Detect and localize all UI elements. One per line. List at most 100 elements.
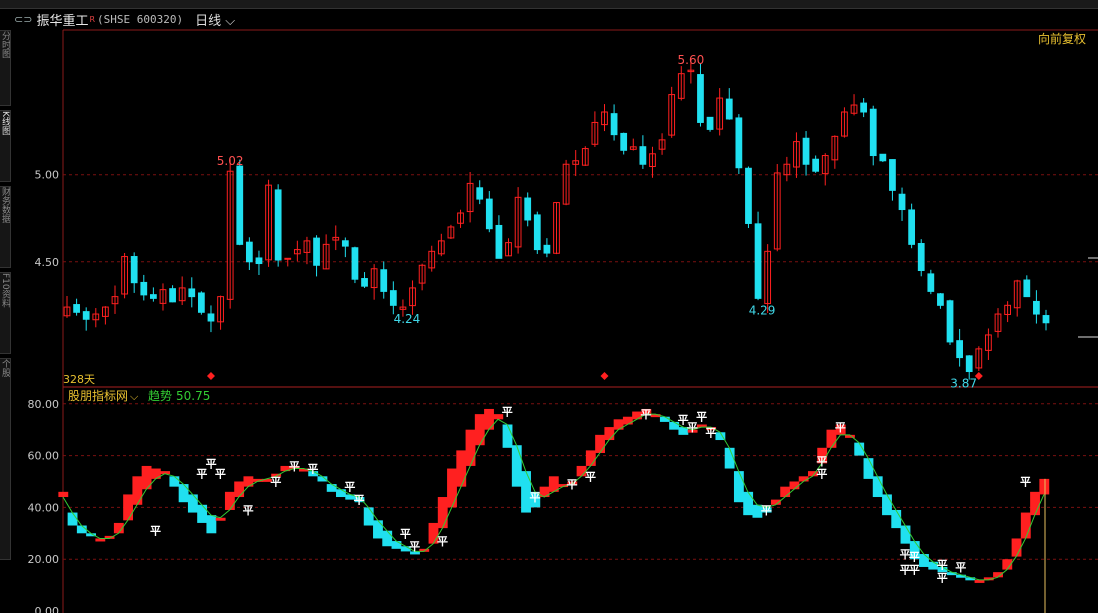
ping-mark: 平 [354,494,365,507]
candle-body [274,189,282,261]
ping-mark: 平 [567,478,578,491]
candle-body [639,146,647,165]
candle-body [879,153,887,162]
signal-diamond [206,372,215,380]
indicator-block [780,486,791,498]
indicator-block [382,530,393,547]
ping-mark: 平 [502,406,513,419]
candle-body [197,292,205,313]
kline-y-tick-label: 4.50 [35,256,60,269]
candle-body [937,293,944,306]
candle-body [476,187,484,200]
ping-mark: 平 [955,561,966,574]
candle-body [889,159,896,191]
chart-canvas[interactable]: 5.00 4.50 5.02 4.24 5.60 4.29 3.87 328天 向前复权 80.0… [0,0,1098,613]
ping-mark: 平 [529,491,540,504]
indicator-block [891,509,902,529]
candle-body [130,256,138,284]
candle-body [245,241,253,263]
candle-body [697,74,704,123]
candle-body [898,193,906,211]
indicator-y-tick-label: 80.00 [28,398,60,411]
candle-body [485,198,493,230]
candle-body [908,209,916,245]
indicator-block [595,434,606,453]
ping-mark: 平 [641,408,652,421]
ping-mark: 平 [816,468,827,481]
indicator-block [169,476,180,487]
ping-mark: 平 [909,564,920,577]
candle-body [620,132,628,151]
indicator-block [502,424,513,448]
ping-mark: 平 [1020,475,1031,488]
trend-line [62,413,1045,581]
ping-mark: 平 [150,525,161,538]
ping-mark: 平 [437,535,448,548]
indicator-block [447,468,457,508]
indicator-block [363,507,374,526]
candle-body [956,340,963,359]
indicator-block [123,494,134,521]
indicator-block [743,491,754,516]
indicator-y-tick-label: 20.00 [28,553,60,566]
trend-label: 趋势 [148,389,172,403]
indicator-block [391,541,402,549]
indicator-block [58,491,69,498]
candle-body [361,278,368,287]
days-count-label: 328天 [63,373,95,386]
candle-body [917,243,925,271]
indicator-name: 股朋指标网 [68,388,128,403]
kline-y-tick-label: 5.00 [35,169,60,182]
candle-body [188,288,196,298]
candle-body [1033,300,1040,315]
indicator-block [863,458,874,479]
indicator-block [882,494,892,516]
candle-body [207,313,215,322]
ping-mark: 平 [585,470,596,483]
chevron-down-icon: ⌵ [130,390,139,403]
ping-mark: 平 [835,421,846,434]
indicator-block [197,504,208,523]
indicator-block [900,525,911,544]
candle-body [735,117,743,169]
candlestick-series [63,58,1050,380]
candle-body [543,244,551,254]
indicator-block [1020,512,1031,539]
indicator-block [373,520,383,539]
candle-body [255,257,263,265]
indicator-block [76,525,87,534]
ping-mark: 平 [909,551,920,564]
ping-mark: 平 [761,504,772,517]
candle-body [802,137,810,165]
candle-body [351,247,359,280]
candle-body [533,214,541,251]
indicator-block [1030,491,1040,516]
indicator-block [215,517,226,521]
adjust-mode-label: 向前复权 [1038,31,1086,46]
indicator-block [1011,538,1022,557]
candle-body [745,167,752,224]
ping-mark: 平 [400,527,411,540]
price-extreme-label: 3.87 [950,377,977,391]
signal-diamond [600,372,609,380]
indicator-block [511,445,522,487]
indicator-block [465,429,476,466]
price-extreme-label: 4.24 [394,312,421,326]
indicator-block [919,554,929,567]
candle-body [236,165,244,245]
indicator-block [132,476,143,505]
indicator-block [67,512,78,526]
candle-body [965,355,973,373]
ping-mark: 平 [816,455,827,468]
ping-mark: 平 [243,504,254,517]
candle-body [341,240,349,247]
ping-mark: 平 [344,481,355,494]
candle-body [73,304,80,313]
candle-body [610,113,618,136]
chart-labels: 5.00 4.50 5.02 4.24 5.60 4.29 3.87 328天 向前复权 80.0… [28,31,1087,613]
indicator-block [326,484,337,492]
indicator-y-tick-label: 40.00 [28,501,60,514]
ping-mark: 平 [270,475,281,488]
indicator-block [733,471,744,503]
indicator-block [437,497,448,529]
